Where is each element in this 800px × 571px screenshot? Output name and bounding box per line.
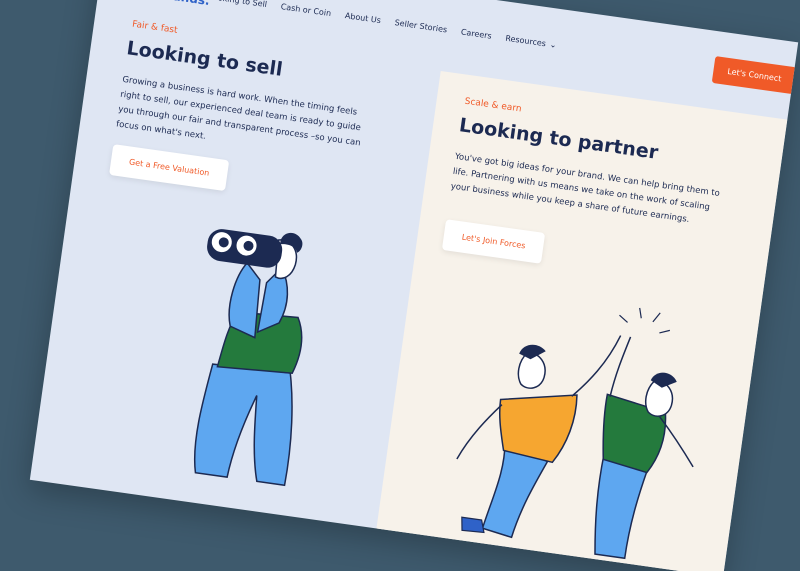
chevron-down-icon: ⌄ — [549, 39, 558, 50]
screenshot-stage: elevate brands. Looking to Sell Cash or … — [0, 0, 800, 571]
nav-link-seller-stories[interactable]: Seller Stories — [394, 18, 448, 34]
brand-logo[interactable]: elevate brands. — [126, 0, 221, 9]
high-five-illustration — [456, 307, 694, 560]
get-free-valuation-button[interactable]: Get a Free Valuation — [109, 144, 230, 192]
website-page: elevate brands. Looking to Sell Cash or … — [29, 0, 799, 571]
nav-link-resources[interactable]: Resources ⌄ — [505, 34, 557, 50]
binoculars-person-illustration — [193, 229, 303, 487]
nav-link-cash-or-coin[interactable]: Cash or Coin — [280, 2, 332, 18]
nav-link-about-us[interactable]: About Us — [344, 11, 381, 25]
nav-links: Looking to Sell Cash or Coin About Us Se… — [208, 0, 557, 50]
nav-link-careers[interactable]: Careers — [460, 27, 492, 40]
lets-connect-button[interactable]: Let's Connect — [711, 56, 798, 95]
nav-link-resources-label: Resources — [504, 33, 547, 49]
